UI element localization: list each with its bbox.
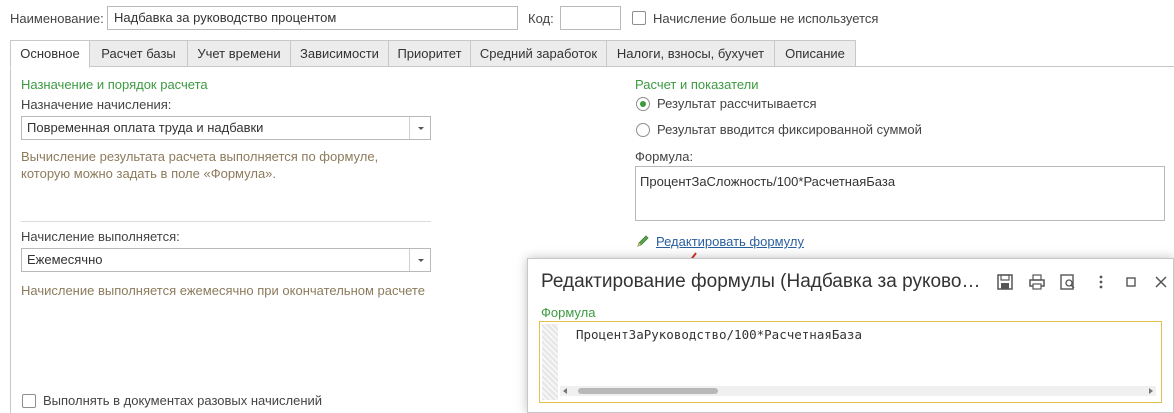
formula-field-text: ПроцентЗаСложность/100*РасчетнаяБаза bbox=[640, 174, 896, 189]
radio-fixed[interactable] bbox=[636, 123, 650, 137]
name-field[interactable]: Надбавка за руководство процентом bbox=[107, 6, 518, 30]
tab-dependencies[interactable]: Зависимости bbox=[290, 40, 389, 67]
radio-calculated-label: Результат рассчитывается bbox=[657, 96, 817, 111]
exec-label: Начисление выполняется: bbox=[21, 229, 180, 244]
radio-calculated[interactable] bbox=[636, 97, 650, 111]
code-field[interactable] bbox=[560, 6, 621, 30]
dialog-title: Редактирование формулы (Надбавка за руко… bbox=[541, 271, 981, 292]
code-label: Код: bbox=[528, 11, 554, 26]
purpose-label: Назначение начисления: bbox=[21, 97, 172, 112]
tab-main[interactable]: Основное bbox=[10, 40, 90, 68]
save-icon[interactable] bbox=[996, 273, 1014, 291]
print-icon[interactable] bbox=[1028, 273, 1046, 291]
tab-priority[interactable]: Приоритет bbox=[388, 40, 471, 67]
formula-hint: Вычисление результата расчета выполняетс… bbox=[21, 148, 378, 182]
chevron-down-icon[interactable] bbox=[409, 117, 430, 139]
tab-average-earnings[interactable]: Средний заработок bbox=[470, 40, 607, 67]
close-icon[interactable] bbox=[1152, 273, 1170, 291]
formula-dialog: Редактирование формулы (Надбавка за руко… bbox=[527, 258, 1174, 413]
tab-description[interactable]: Описание bbox=[774, 40, 856, 67]
exec-select[interactable]: Ежемесячно bbox=[21, 248, 431, 272]
onetime-checkbox[interactable] bbox=[22, 394, 36, 408]
tab-base-calculation[interactable]: Расчет базы bbox=[89, 40, 188, 67]
dialog-formula-editor[interactable]: ПроцентЗаРуководство/100*РасчетнаяБаза bbox=[539, 321, 1162, 403]
onetime-label: Выполнять в документах разовых начислени… bbox=[43, 393, 323, 408]
pencil-icon bbox=[636, 234, 650, 248]
unused-label: Начисление больше не используется bbox=[653, 11, 879, 26]
tab-taxes[interactable]: Налоги, взносы, бухучет bbox=[606, 40, 775, 67]
formula-label: Формула: bbox=[635, 149, 694, 164]
dialog-formula-code: ПроцентЗаРуководство/100*РасчетнаяБаза bbox=[576, 327, 862, 342]
exec-value: Ежемесячно bbox=[27, 252, 103, 267]
name-label: Наименование: bbox=[10, 11, 104, 26]
left-section-title: Назначение и порядок расчета bbox=[21, 77, 208, 92]
preview-icon[interactable] bbox=[1059, 273, 1077, 291]
purpose-value: Повременная оплата труда и надбавки bbox=[27, 120, 264, 135]
formula-hint-line2: которую можно задать в поле «Формула». bbox=[21, 166, 277, 181]
formula-hint-line1: Вычисление результата расчета выполняетс… bbox=[21, 149, 379, 164]
scroll-left-icon[interactable] bbox=[563, 388, 567, 394]
horizontal-scrollbar[interactable] bbox=[560, 386, 1156, 396]
scrollbar-thumb[interactable] bbox=[578, 388, 718, 394]
divider bbox=[21, 221, 431, 222]
exec-hint: Начисление выполняется ежемесячно при ок… bbox=[21, 283, 425, 298]
dialog-formula-label: Формула bbox=[541, 305, 596, 320]
formula-field[interactable]: ПроцентЗаСложность/100*РасчетнаяБаза bbox=[635, 166, 1165, 221]
more-icon[interactable] bbox=[1092, 273, 1110, 291]
right-section-title: Расчет и показатели bbox=[635, 77, 759, 92]
chevron-down-icon[interactable] bbox=[409, 249, 430, 271]
unused-checkbox[interactable] bbox=[632, 11, 646, 25]
tab-time-accounting[interactable]: Учет времени bbox=[187, 40, 291, 67]
purpose-select[interactable]: Повременная оплата труда и надбавки bbox=[21, 116, 431, 140]
editor-gutter bbox=[542, 324, 558, 400]
maximize-icon[interactable] bbox=[1122, 273, 1140, 291]
radio-fixed-label: Результат вводится фиксированной суммой bbox=[657, 122, 922, 137]
scroll-right-icon[interactable] bbox=[1149, 388, 1153, 394]
edit-formula-link[interactable]: Редактировать формулу bbox=[656, 234, 804, 249]
